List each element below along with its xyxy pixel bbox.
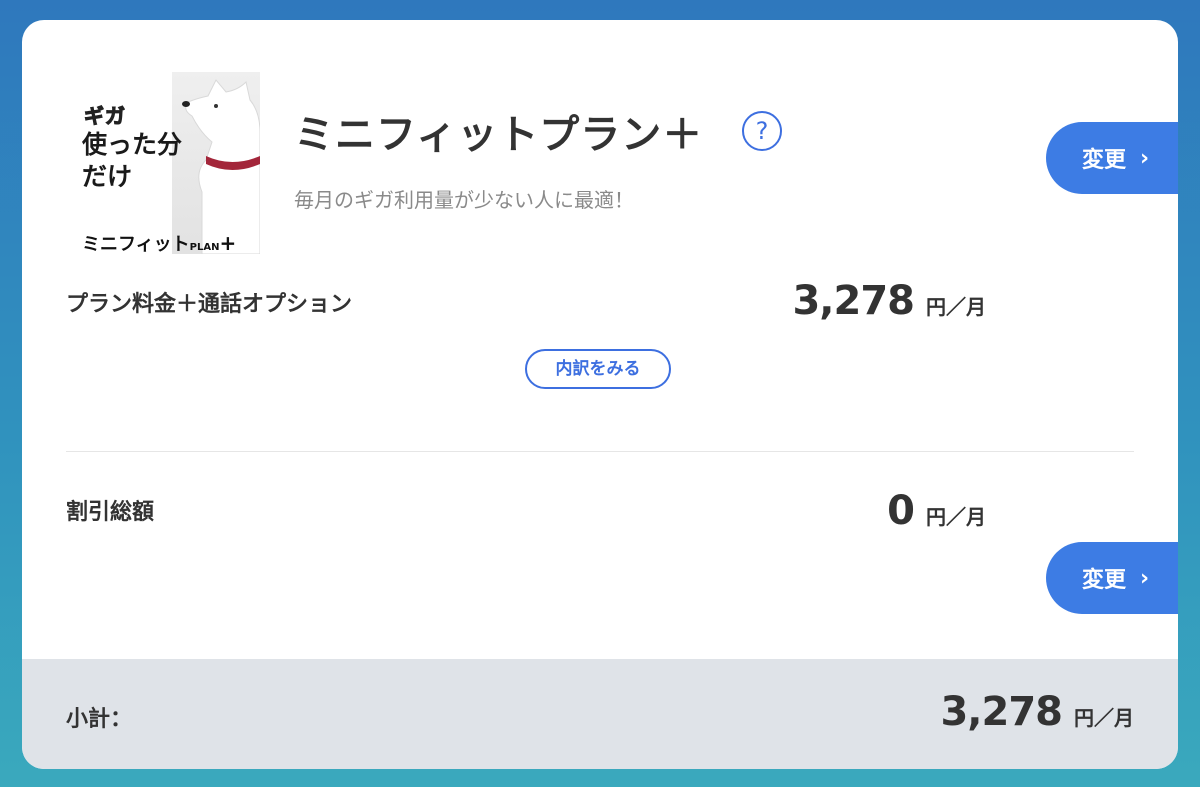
subtotal-amount-value: 3,278: [940, 689, 1063, 735]
help-icon[interactable]: ?: [742, 111, 782, 151]
subtotal-bar: 小計： 3,278 円／月: [22, 659, 1178, 769]
fee-amount: 3,278 円／月: [792, 278, 986, 324]
breakdown-button[interactable]: 内訳をみる: [525, 349, 671, 389]
chevron-right-icon: ›: [1140, 565, 1150, 591]
chevron-right-icon: ›: [1140, 145, 1150, 171]
fee-amount-unit: 円／月: [926, 295, 986, 319]
banner-brand-logo: ミニフィットPLAN+: [82, 230, 236, 254]
fee-amount-value: 3,278: [792, 278, 915, 324]
plan-title: ミニフィットプラン＋: [294, 112, 704, 158]
dog-photo: [182, 79, 260, 254]
change-discount-label: 変更: [1082, 568, 1127, 593]
discount-label: 割引総額: [66, 500, 155, 525]
banner-headline-line1: 使った分: [82, 130, 183, 159]
change-plan-button[interactable]: 変更 ›: [1046, 122, 1178, 194]
subtotal-amount: 3,278 円／月: [940, 689, 1134, 735]
change-plan-label: 変更: [1082, 148, 1127, 173]
banner-brand-plan: PLAN: [189, 242, 220, 253]
divider: [66, 451, 1134, 452]
banner-brand-plus: +: [219, 231, 237, 254]
discount-amount-unit: 円／月: [926, 505, 986, 529]
fee-label: プラン料金＋通話オプション: [66, 292, 353, 317]
banner-brand-name: ミニフィット: [82, 234, 190, 254]
subtotal-amount-unit: 円／月: [1074, 706, 1134, 730]
plan-banner-image: ギガ 使った分 だけ ミニフィットPLAN+: [82, 72, 260, 254]
discount-amount-value: 0: [887, 488, 915, 534]
subtotal-label: 小計：: [66, 707, 133, 732]
change-discount-button[interactable]: 変更 ›: [1046, 542, 1178, 614]
discount-amount: 0 円／月: [887, 488, 986, 534]
banner-headline-line2: だけ: [82, 162, 133, 191]
plan-subtitle: 毎月のギガ利用量が少ない人に最適！: [294, 188, 634, 212]
plan-card: ギガ 使った分 だけ ミニフィットPLAN+ ミニフィットプラン＋ ? 毎月のギ…: [22, 20, 1178, 769]
banner-giga-text: ギガ: [84, 104, 126, 129]
